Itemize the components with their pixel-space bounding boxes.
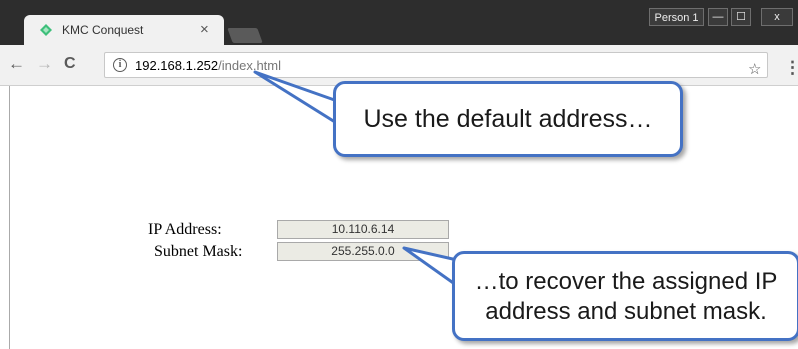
callout-line-1: …to recover the assigned IP bbox=[474, 268, 778, 295]
callout-pointer-top bbox=[253, 70, 345, 129]
callout-recover-address: …to recover the assigned IP address and … bbox=[452, 251, 798, 341]
callout-line-2: address and subnet mask. bbox=[485, 298, 767, 325]
callout-default-address: Use the default address… bbox=[333, 81, 683, 157]
browser-window: Person 1 — ☐ x KMC Conquest × ← → C i 19… bbox=[0, 0, 798, 349]
